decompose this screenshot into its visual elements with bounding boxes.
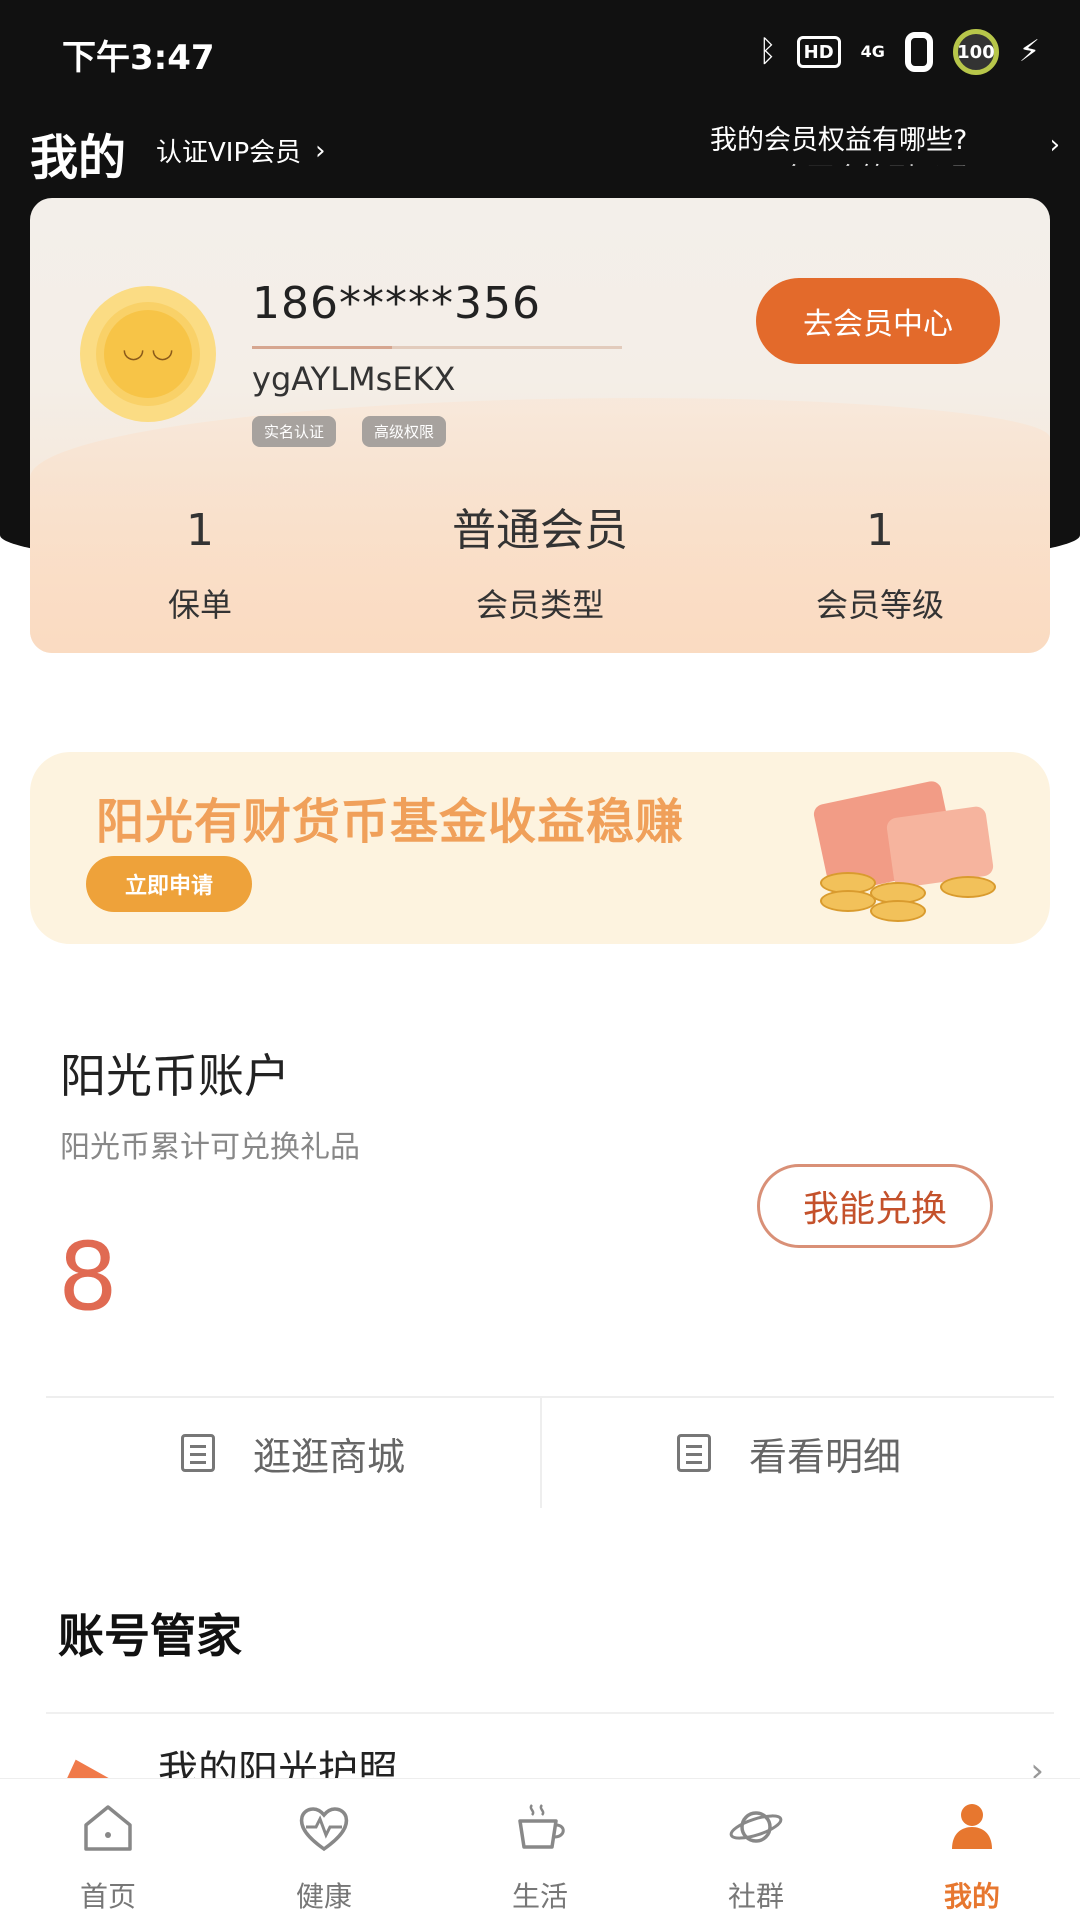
chevron-right-icon: › [315, 135, 326, 166]
bottom-nav: 首页 健康 生活 社群 我的 [0, 1778, 1080, 1920]
coin-actions: 逛逛商城 看看明细 [46, 1396, 1054, 1508]
action-label: 逛逛商城 [252, 1434, 405, 1479]
divider-accent [252, 346, 392, 349]
member-benefits-link[interactable]: 我的会员权益有哪些? 会不会等到了吗? › [710, 118, 1060, 166]
nav-label: 健康 [295, 1880, 352, 1913]
account-manager-title: 账号管家 [58, 1609, 242, 1663]
home-icon [84, 1805, 132, 1851]
phone-number: 186*****356 [252, 278, 541, 329]
nav-item-community[interactable]: 社群 [648, 1779, 864, 1920]
coin-shape [820, 890, 876, 912]
cup-icon [518, 1804, 565, 1849]
avatar[interactable]: ◡ ◡ [80, 286, 216, 422]
smile-face: ◡ ◡ [123, 334, 173, 364]
stat-value: 普通会员 [452, 505, 628, 556]
stat-value: 1 [186, 505, 214, 556]
nav-item-health[interactable]: 健康 [216, 1779, 432, 1920]
nav-item-home[interactable]: 首页 [0, 1779, 216, 1920]
nav-item-life[interactable]: 生活 [432, 1779, 648, 1920]
stat-label: 保单 [167, 586, 232, 624]
stats-row: 1 保单 普通会员 会员类型 1 会员等级 [30, 498, 1050, 638]
browse-mall-button[interactable]: 逛逛商城 [46, 1398, 540, 1508]
stat-policy[interactable]: 1 保单 [30, 498, 370, 626]
stat-member-type[interactable]: 普通会员 会员类型 [370, 498, 710, 626]
title-row: 我的 认证VIP会员 › 我的会员权益有哪些? 会不会等到了吗? › [30, 118, 1060, 188]
nav-label: 我的 [943, 1880, 1000, 1913]
vip-certify-link[interactable]: 认证VIP会员 › [156, 132, 326, 169]
permission-tag: 高级权限 [362, 416, 447, 447]
member-center-button[interactable]: 去会员中心 [756, 278, 1000, 364]
person-icon [952, 1804, 992, 1849]
divider [46, 1712, 1054, 1714]
action-label: 看看明细 [748, 1434, 901, 1479]
sun-icon: ◡ ◡ [104, 310, 192, 398]
app-root: { "status_bar": {"time": "下午3:47", "hd":… [0, 0, 1080, 1920]
planet-icon [729, 1811, 783, 1843]
coin-shape [940, 876, 996, 898]
chevron-right-icon: › [1049, 130, 1060, 160]
stat-label: 会员类型 [475, 586, 604, 624]
member-card: ◡ ◡ 186*****356 ygAYLMsEKX 实名认证 高级权限 去会员… [30, 198, 1050, 653]
page-title: 我的 [30, 130, 127, 186]
bluetooth-icon: ᛒ [758, 34, 777, 69]
status-bar: 下午3:47 ᛒ HD 4G 100 ⚡ [0, 0, 1080, 100]
apply-now-button[interactable]: 立即申请 [86, 856, 252, 912]
vip-link-label: 认证VIP会员 [156, 138, 302, 168]
benefits-text: 我的会员权益有哪些? [710, 125, 968, 156]
view-details-button[interactable]: 看看明细 [542, 1398, 1036, 1508]
hd-icon: HD [796, 36, 841, 68]
stat-label: 会员等级 [815, 586, 944, 624]
network-4g-icon: 4G [860, 42, 885, 61]
username: ygAYLMsEKX [252, 360, 456, 398]
nav-label: 首页 [79, 1880, 136, 1913]
status-time: 下午3:47 [62, 38, 215, 78]
document-icon [180, 1434, 215, 1472]
document-icon [676, 1434, 711, 1472]
coin-account-subtitle: 阳光币累计可兑换礼品 [60, 1130, 360, 1165]
stat-member-level[interactable]: 1 会员等级 [710, 498, 1050, 626]
status-icons: ᛒ HD 4G 100 ⚡ [758, 29, 1040, 75]
coin-account-title: 阳光币账户 [60, 1049, 290, 1103]
money-illustration-icon [800, 772, 1000, 932]
nav-item-mine[interactable]: 我的 [864, 1779, 1080, 1920]
heart-pulse-icon [299, 1807, 349, 1852]
realname-tag: 实名认证 [252, 416, 337, 447]
tag-list: 实名认证 高级权限 [252, 416, 447, 447]
stat-value: 1 [866, 505, 894, 556]
charging-icon: ⚡ [1018, 34, 1040, 69]
promo-banner[interactable]: 阳光有财货币基金收益稳赚 立即申请 [30, 752, 1050, 944]
nav-label: 社群 [727, 1880, 784, 1913]
battery-icon: 100 [952, 29, 999, 75]
banner-title: 阳光有财货币基金收益稳赚 [96, 794, 685, 850]
ring-icon [904, 32, 933, 72]
redeem-button[interactable]: 我能兑换 [757, 1164, 993, 1248]
nav-label: 生活 [511, 1880, 568, 1913]
coin-shape [870, 900, 926, 922]
coin-count: 8 [58, 1223, 118, 1332]
